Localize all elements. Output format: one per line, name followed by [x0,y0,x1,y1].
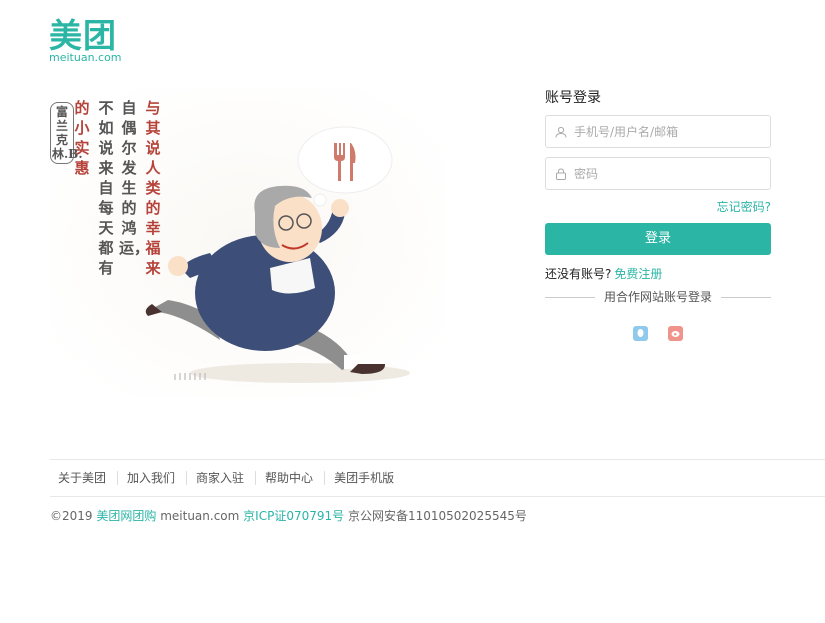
lock-icon [556,167,566,180]
divider-line [721,297,771,298]
login-button[interactable]: 登录 [545,223,771,255]
footer-link-join[interactable]: 加入我们 [119,471,188,485]
logo[interactable]: 美团 meituan.com [49,18,129,64]
footer-links: 关于美团 加入我们 商家入驻 帮助中心 美团手机版 [50,471,406,485]
hero-illustration: 与其说人类的幸福来 自偶尔发生的鸿运， 不如说来自每天都有 的小实惠 富兰克林.… [50,88,445,398]
password-field[interactable] [545,157,771,190]
weibo-icon[interactable] [667,326,683,341]
footer-link-about[interactable]: 关于美团 [50,471,119,485]
password-input[interactable] [572,165,756,182]
copyright-year: ©2019 [50,509,93,523]
logo-text: 美团 [49,16,117,55]
copyright-domain: meituan.com [160,509,240,523]
company-link[interactable]: 美团网团购 [96,509,156,523]
footer-link-mobile[interactable]: 美团手机版 [326,471,405,485]
user-icon [555,126,567,138]
no-account-text: 还没有账号? [545,267,612,281]
footer-divider [50,459,825,460]
logo-domain: meituan.com [49,51,122,64]
footer-link-merchant[interactable]: 商家入驻 [188,471,257,485]
forgot-password-link[interactable]: 忘记密码? [545,199,771,215]
fork-knife-icon [334,143,356,181]
qq-icon[interactable] [633,326,649,341]
divider-line [545,297,595,298]
footer-link-help[interactable]: 帮助中心 [257,471,326,485]
partner-login-title: 用合作网站账号登录 [603,290,712,304]
username-field[interactable] [545,115,771,148]
footer-divider [50,496,825,497]
copyright: ©2019 美团网团购 meituan.com 京ICP证070791号 京公网… [50,507,527,524]
social-login [545,323,771,341]
police-record: 京公网安备11010502025545号 [347,509,527,523]
icp-link[interactable]: 京ICP证070791号 [243,509,344,523]
signup-row: 还没有账号? 免费注册 [545,265,771,283]
quote-column-4: 的小实惠 [74,99,90,177]
username-input[interactable] [572,123,756,140]
register-link[interactable]: 免费注册 [614,267,662,281]
partner-login-divider: 用合作网站账号登录 [545,289,771,305]
quote-column-3: 不如说来自每天都有 [98,99,114,277]
quote-column-2: 自偶尔发生的鸿运， [119,99,150,257]
login-title: 账号登录 [545,90,601,106]
login-panel: 账号登录 忘记密码? 登录 还没有账号?免费注册 用合作网站账号登录 [545,88,771,341]
quote-author: 富兰克林.B. [50,102,83,164]
